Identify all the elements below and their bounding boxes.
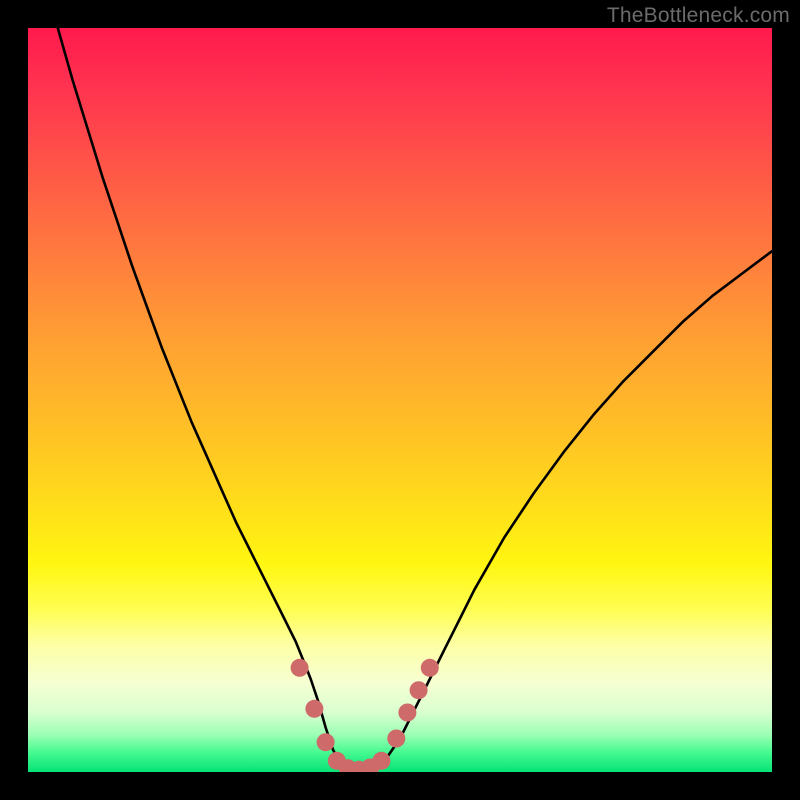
- curve-marker: [387, 730, 405, 748]
- watermark-text: TheBottleneck.com: [607, 4, 790, 28]
- chart-frame: TheBottleneck.com: [0, 0, 800, 800]
- curve-marker: [410, 681, 428, 699]
- curve-marker: [398, 704, 416, 722]
- curve-marker: [421, 659, 439, 677]
- curve-path: [58, 28, 772, 771]
- curve-marker: [305, 700, 323, 718]
- curve-marker: [317, 733, 335, 751]
- curve-marker: [291, 659, 309, 677]
- plot-area: [28, 28, 772, 772]
- bottleneck-curve: [28, 28, 772, 772]
- curve-marker: [372, 752, 390, 770]
